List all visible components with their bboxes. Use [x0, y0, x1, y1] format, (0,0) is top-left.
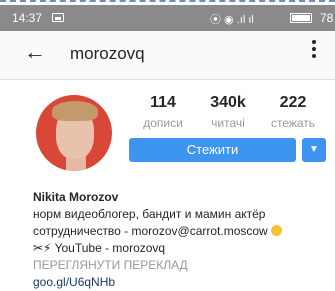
bio-line-2: сотрудничество - morozov@carrot.moscow: [33, 223, 333, 240]
status-time: 14:37: [12, 11, 43, 25]
stat-posts-value: 114: [150, 94, 176, 111]
follow-button[interactable]: Стежити: [129, 138, 296, 162]
stat-following[interactable]: 222 стежать: [258, 94, 328, 130]
profile-bio: Nikita Morozov норм видеоблогер, бандит …: [33, 189, 333, 291]
bio-link[interactable]: goo.gl/U6qNHb: [33, 274, 333, 291]
emoji-icon: ✂⚡: [33, 241, 52, 255]
stat-followers-value: 340k: [210, 94, 246, 111]
chevron-down-icon[interactable]: ▼: [302, 138, 326, 162]
stat-following-label: стежать: [270, 116, 316, 130]
back-arrow-icon[interactable]: ←: [24, 39, 46, 65]
stat-followers[interactable]: 340k читачі: [193, 94, 263, 130]
sunglasses-emoji-icon: [271, 225, 283, 236]
translate-link[interactable]: ПЕРЕГЛЯНУТИ ПЕРЕКЛАД: [33, 257, 333, 274]
profile-username: morozovq: [70, 44, 145, 63]
battery-icon: [290, 13, 312, 23]
image-notification-icon: [52, 13, 64, 22]
more-options-icon[interactable]: [311, 40, 317, 61]
top-bar: ← morozovq: [0, 31, 335, 80]
stat-posts-label: дописи: [143, 116, 183, 130]
dashed-border: [0, 0, 335, 2]
stat-posts[interactable]: 114 дописи: [128, 94, 198, 130]
bio-name: Nikita Morozov: [33, 190, 119, 204]
bio-line-3: ✂⚡ YouTube - morozovq: [33, 241, 166, 255]
stat-followers-label: читачі: [211, 116, 245, 130]
signal-icons: ⦿ ◉ .ıl ıl: [210, 14, 254, 26]
bio-line-1: норм видеоблогер, бандит и мамин актёр: [33, 207, 266, 221]
status-bar: 14:37 ⦿ ◉ .ıl ıl 78: [0, 5, 335, 31]
avatar[interactable]: [36, 95, 112, 171]
stat-following-value: 222: [279, 94, 307, 111]
battery-percent: 78: [320, 11, 334, 25]
